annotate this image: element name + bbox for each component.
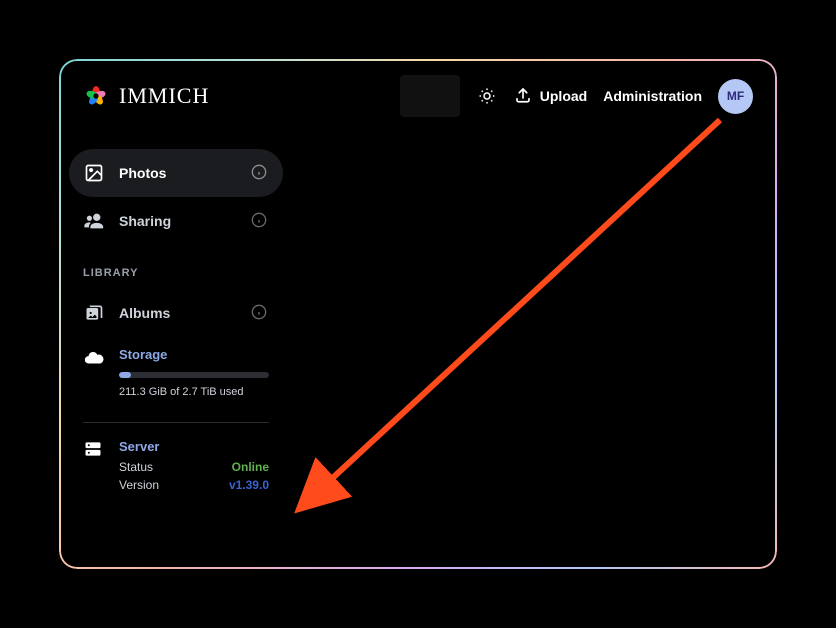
upload-button[interactable]: Upload xyxy=(514,86,587,107)
sidebar-item-label: Sharing xyxy=(119,213,237,229)
info-icon[interactable] xyxy=(251,304,269,322)
sidebar-item-label: Photos xyxy=(119,165,237,181)
library-section-header: LIBRARY xyxy=(69,245,283,289)
server-status-value: Online xyxy=(232,460,269,474)
storage-title: Storage xyxy=(119,347,269,362)
server-title: Server xyxy=(119,439,269,454)
storage-fill xyxy=(119,372,131,378)
sidebar-item-label: Albums xyxy=(119,305,237,321)
server-status-label: Status xyxy=(119,460,153,474)
sidebar: Photos Sharing xyxy=(61,131,291,502)
server-version-value: v1.39.0 xyxy=(229,478,269,492)
brand-group[interactable]: IMMICH xyxy=(83,83,209,109)
immich-logo-icon xyxy=(83,83,109,109)
theme-toggle-icon[interactable] xyxy=(476,85,498,107)
divider xyxy=(83,422,269,423)
avatar-initials: MF xyxy=(727,89,744,103)
app-inner: IMMICH xyxy=(61,61,775,567)
info-icon[interactable] xyxy=(251,212,269,230)
storage-section: Storage 211.3 GiB of 2.7 TiB used xyxy=(69,337,283,412)
sharing-icon xyxy=(83,210,105,232)
cloud-icon xyxy=(83,347,105,369)
server-icon xyxy=(83,439,105,461)
info-icon[interactable] xyxy=(251,164,269,182)
sidebar-item-albums[interactable]: Albums xyxy=(69,289,283,337)
upload-icon xyxy=(514,86,532,107)
sidebar-item-photos[interactable]: Photos xyxy=(69,149,283,197)
app-window: IMMICH xyxy=(59,59,777,569)
storage-bar xyxy=(119,372,269,378)
administration-link[interactable]: Administration xyxy=(603,88,702,104)
photo-icon xyxy=(83,162,105,184)
server-version-label: Version xyxy=(119,478,159,492)
albums-icon xyxy=(83,302,105,324)
header: IMMICH xyxy=(61,61,775,131)
content: Photos Sharing xyxy=(61,131,775,502)
upload-label: Upload xyxy=(540,88,587,104)
brand-text: IMMICH xyxy=(119,83,209,109)
storage-usage-text: 211.3 GiB of 2.7 TiB used xyxy=(119,386,269,398)
sidebar-item-sharing[interactable]: Sharing xyxy=(69,197,283,245)
search-box[interactable] xyxy=(400,75,460,117)
avatar[interactable]: MF xyxy=(718,79,753,114)
server-section: Server Status Online Version v1.39.0 xyxy=(69,433,283,502)
